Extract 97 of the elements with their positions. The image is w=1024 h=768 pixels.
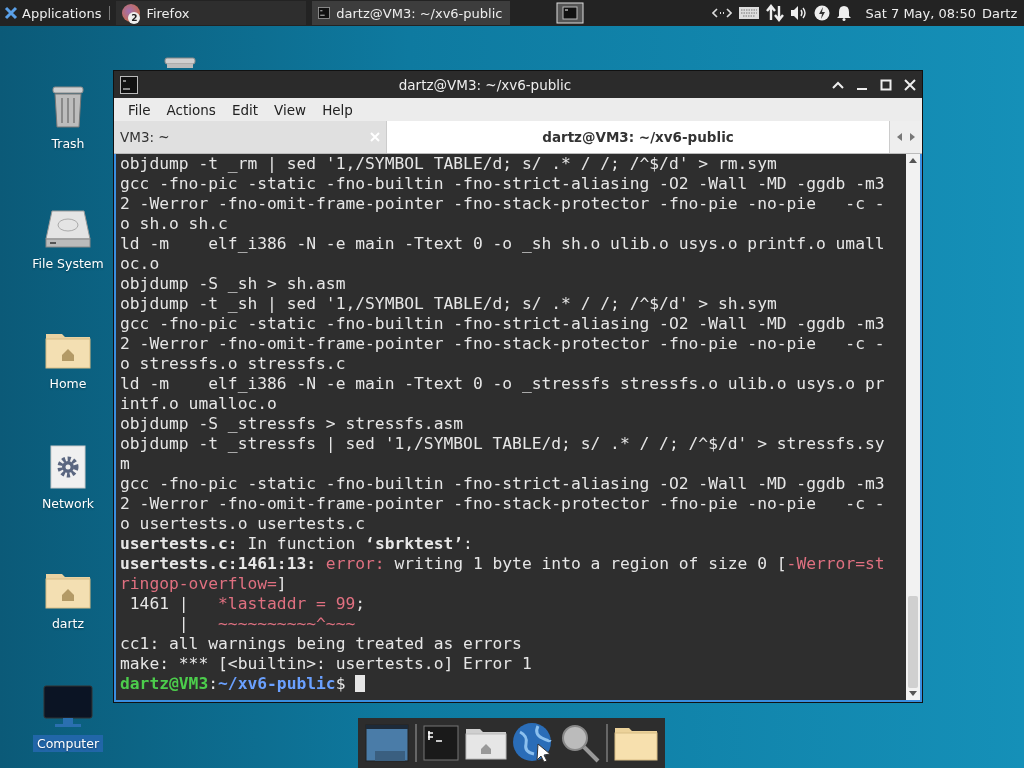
terminal-icon <box>318 5 331 21</box>
terminal-text: ld -m elf_i386 -N -e main -Ttext 0 -o _stressfs stressfs.o ulib.o usys.o pr <box>120 374 885 393</box>
menu-item[interactable]: Actions <box>158 101 224 118</box>
menu-item[interactable]: Help <box>314 101 361 118</box>
terminal-text: usertests.c: <box>120 534 238 553</box>
desktop-icon[interactable]: Home <box>45 292 91 392</box>
error-text: error: <box>325 554 385 573</box>
home-folder-icon[interactable] <box>464 726 507 760</box>
terminal-text: 2 -Werror -fno-omit-frame-pointer -fno-stack-protector -fno-pie -no-pie -c - <box>120 194 885 213</box>
home-folder-icon <box>45 331 91 369</box>
network-icon[interactable] <box>711 6 732 20</box>
terminal-text: oc.o <box>120 254 160 273</box>
terminal-tab[interactable]: dartz@VM3: ~/xv6-public <box>387 121 890 153</box>
terminal-text: objdump -S _sh > sh.asm <box>120 274 346 293</box>
monitor-icon <box>43 685 93 729</box>
close-icon[interactable] <box>904 78 916 91</box>
error-text: ringop-overflow= <box>120 574 277 593</box>
taskbar-button[interactable]: 2 Firefox <box>116 1 307 25</box>
prompt-user: dartz@VM3 <box>120 674 209 693</box>
home-folder-icon <box>45 571 91 609</box>
icon-label: Trash <box>50 135 86 152</box>
taskbar-button[interactable]: dartz@VM3: ~/xv6-public <box>312 1 511 25</box>
icon-label: Home <box>48 375 88 392</box>
terminal-text: 1461 | <box>128 594 190 613</box>
folder-icon[interactable] <box>614 725 659 761</box>
terminal-text: objdump -S _stressfs > stressfs.asm <box>120 414 464 433</box>
terminal-icon[interactable] <box>422 725 459 761</box>
terminal-text: o stressfs.o stressfs.c <box>120 354 346 373</box>
text-cursor <box>355 675 366 692</box>
terminal-text: intf.o umalloc.o <box>120 394 277 413</box>
prompt-path: ~/xv6-public <box>218 674 336 693</box>
chevron-up-icon[interactable] <box>832 79 844 90</box>
trash-icon <box>50 85 86 129</box>
terminal-text: writing 1 byte into a region of size 0 [ <box>393 554 787 573</box>
power-icon[interactable] <box>813 5 830 21</box>
terminal-text: : <box>463 534 473 553</box>
clock[interactable]: Sat 7 May, 08:50 <box>865 5 976 21</box>
menu-item[interactable]: View <box>266 101 315 118</box>
desktop-icon[interactable]: File System <box>28 172 108 272</box>
terminal-text: gcc -fno-pic -static -fno-builtin -fno-strict-aliasing -O2 -Wall -MD -ggdb -m3 <box>120 174 885 193</box>
trash-icon[interactable] <box>164 56 196 68</box>
terminal-text: 2 -Werror -fno-omit-frame-pointer -fno-stack-protector -fno-pie -no-pie -c - <box>120 494 885 513</box>
scroll-right-icon[interactable] <box>908 132 916 142</box>
terminal-text: objdump -t _stressfs | sed '1,/SYMBOL TABLE/d; s/ .* / /; /^$/d' > stressfs.sy <box>120 434 885 453</box>
keyboard-icon[interactable] <box>737 6 760 20</box>
desktop-icon[interactable]: Network <box>37 412 99 512</box>
terminal-text: | <box>177 614 190 633</box>
desktop-icon[interactable]: Trash <box>47 52 89 152</box>
desktop-icon[interactable]: Computer <box>32 652 104 752</box>
hard-drive-icon <box>44 209 92 249</box>
menu-item[interactable]: Edit <box>223 101 267 118</box>
terminal-text: cc1: all warnings being treated as errors <box>120 634 522 653</box>
terminal-text: gcc -fno-pic -static -fno-builtin -fno-strict-aliasing -O2 -Wall -MD -ggdb -m3 <box>120 474 885 493</box>
error-text: -Werror=st <box>786 554 885 573</box>
terminal-text: m <box>120 454 130 473</box>
terminal-text: gcc -fno-pic -static -fno-builtin -fno-strict-aliasing -O2 -Wall -MD -ggdb -m3 <box>120 314 885 333</box>
notification-bell-icon[interactable] <box>835 5 852 21</box>
terminal-text: In function <box>246 534 357 553</box>
icon-label: File System <box>31 255 105 272</box>
icon-label: Computer <box>32 735 104 752</box>
scroll-down-icon[interactable] <box>908 690 918 698</box>
desktop-icon[interactable]: dartz <box>45 532 91 632</box>
terminal-text: o sh.o sh.c <box>120 214 228 233</box>
icon-label: dartz <box>50 615 86 632</box>
window-title: dartz@VM3: ~/xv6-public <box>397 76 573 93</box>
terminal-text: ld -m elf_i386 -N -e main -Ttext 0 -o _sh sh.o ulib.o usys.o printf.o umall <box>120 234 885 253</box>
scrollbar[interactable] <box>906 154 920 700</box>
applications-menu[interactable]: Applications <box>0 0 104 26</box>
error-text: ~~~~~~~~~~^~~~ <box>218 614 356 633</box>
menu-item[interactable]: File <box>120 101 159 118</box>
terminal-text: : <box>208 674 219 693</box>
terminal-text: objdump -t _rm | sed '1,/SYMBOL TABLE/d; s/ .* / /; /^$/d' > rm.sym <box>120 154 777 173</box>
error-text: *lastaddr = 99 <box>218 594 356 613</box>
terminal-text: make: *** [<builtin>: usertests.o] Error 1 <box>120 654 532 673</box>
terminal-text: ‘sbrktest’ <box>365 534 464 553</box>
icon-label: Network <box>40 495 96 512</box>
scrollbar-thumb[interactable] <box>908 596 918 688</box>
terminal-icon <box>120 75 138 94</box>
scroll-left-icon[interactable] <box>896 132 904 142</box>
terminal-text: objdump -t _sh | sed '1,/SYMBOL TABLE/d; s/ .* / /; /^$/d' > sh.sym <box>120 294 777 313</box>
user-menu[interactable]: Dartz <box>982 5 1022 21</box>
xfce-logo-icon <box>4 6 18 20</box>
terminal-text: o usertests.o usertests.c <box>120 514 366 533</box>
network-settings-icon <box>50 445 86 489</box>
show-desktop-icon[interactable] <box>364 723 409 763</box>
scroll-up-icon[interactable] <box>908 156 918 164</box>
transfer-arrows-icon[interactable] <box>765 4 784 22</box>
maximize-icon[interactable] <box>880 78 892 91</box>
magnifier-icon[interactable] <box>560 723 601 763</box>
terminal-text: 2 -Werror -fno-omit-frame-pointer -fno-stack-protector -fno-pie -no-pie -c - <box>120 334 885 353</box>
terminal-text: ; <box>355 594 366 613</box>
terminal-text: ] <box>276 574 287 593</box>
terminal-tab[interactable]: VM3: ~ <box>114 121 387 153</box>
terminal-text: usertests.c:1461:13: <box>120 554 318 573</box>
workspace-switcher-icon[interactable] <box>556 2 585 24</box>
terminal-text: $ <box>335 674 347 693</box>
volume-icon[interactable] <box>789 5 808 21</box>
